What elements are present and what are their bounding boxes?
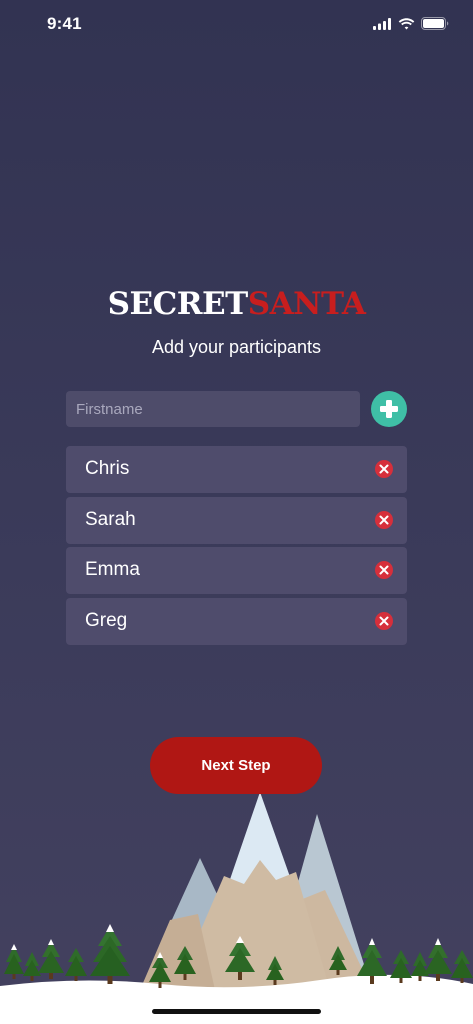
x-icon [379,565,389,575]
remove-participant-button[interactable] [375,561,393,579]
participant-row: Emma [66,547,407,594]
add-participant-button[interactable] [371,391,407,427]
next-step-button[interactable]: Next Step [150,737,322,794]
participant-row: Chris [66,446,407,493]
x-icon [379,515,389,524]
logo-secret-text: SECRET [107,286,249,322]
wifi-icon [398,17,415,29]
plus-icon [380,400,398,418]
participant-row: Greg [66,597,407,645]
app-logo: SECRETSANTA [0,286,473,322]
winter-mountain-scene [0,792,473,1024]
participant-name: Chris [85,458,130,479]
cellular-signal-icon [373,17,391,30]
x-icon [379,616,389,625]
page-subtitle: Add your participants [151,337,322,357]
firstname-input[interactable] [66,391,360,427]
participant-name: Greg [85,609,128,631]
add-participant-row [66,391,407,427]
status-bar: 9:41 [0,0,473,52]
participant-name: Emma [85,559,140,580]
participant-list: Chris Sarah Emma Greg [66,446,407,648]
participant-name: Sarah [85,508,136,530]
remove-participant-button[interactable] [375,611,393,630]
participant-row: Sarah [66,496,407,544]
status-time: 9:41 [47,14,82,33]
remove-participant-button[interactable] [375,510,393,529]
battery-icon [421,17,449,30]
remove-participant-button[interactable] [375,460,393,478]
home-indicator[interactable] [152,1009,321,1014]
x-icon [379,464,389,474]
status-icons [373,17,449,30]
logo-santa-text: SANTA [247,286,366,322]
